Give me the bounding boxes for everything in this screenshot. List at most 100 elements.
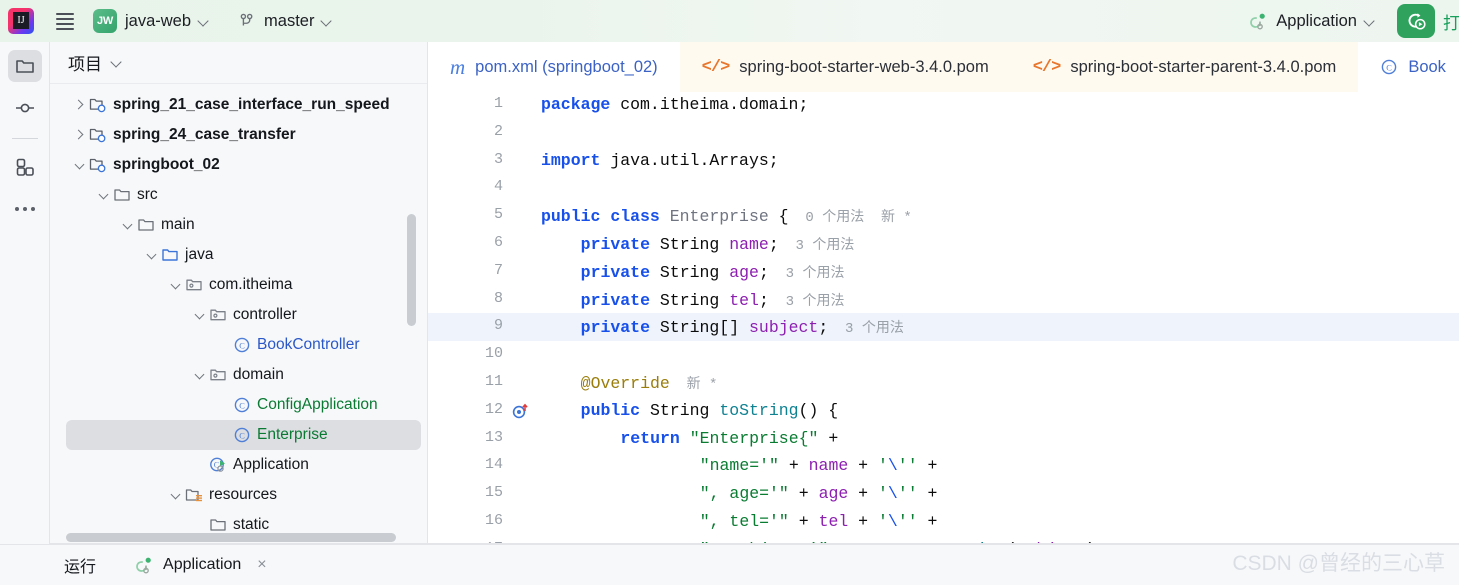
code-line[interactable]: public String toString() {	[581, 401, 838, 420]
code-line[interactable]: return "Enterprise{" +	[620, 429, 838, 448]
sidebar-item-more[interactable]	[8, 193, 42, 225]
chevron-down-icon	[1365, 16, 1376, 27]
chevron-down-icon[interactable]	[112, 57, 123, 68]
code-line[interactable]: import java.util.Arrays;	[541, 151, 779, 170]
run-configuration-selector[interactable]: Application	[1241, 6, 1383, 36]
code-line[interactable]: private String[] subject; 3 个用法	[581, 317, 904, 337]
tree-arrow-placeholder	[192, 517, 208, 533]
svg-text:C: C	[239, 401, 245, 410]
chevron-right-icon[interactable]	[72, 97, 88, 113]
code-token: ;	[758, 290, 769, 310]
project-horizontal-scrollbar[interactable]	[66, 533, 396, 542]
tree-item-label: spring_21_case_interface_run_speed	[113, 96, 390, 113]
inlay-hint: 3 个用法	[828, 321, 904, 338]
chevron-down-icon[interactable]	[96, 187, 112, 203]
tree-item-application[interactable]: C Application	[50, 450, 427, 480]
chevron-down-icon[interactable]	[120, 217, 136, 233]
code-line[interactable]: package com.itheima.domain;	[541, 95, 808, 114]
main-toolbar: IJ JW java-web master Application 打	[0, 0, 1459, 42]
sidebar-item-structure[interactable]	[8, 151, 42, 183]
project-panel-header[interactable]: 项目	[50, 42, 427, 84]
tree-item-spring-21-case-interface-run-speed[interactable]: spring_21_case_interface_run_speed	[50, 90, 427, 120]
resource-root-icon	[185, 489, 202, 502]
editor-tab[interactable]: </> spring-boot-starter-parent-3.4.0.pom	[1010, 42, 1359, 92]
chevron-down-icon[interactable]	[168, 277, 184, 293]
tree-item-spring-24-case-transfer[interactable]: spring_24_case_transfer	[50, 120, 427, 150]
tree-item-enterprise[interactable]: C Enterprise	[66, 420, 421, 450]
tree-item-label: resources	[209, 486, 278, 503]
tree-item-label: BookController	[257, 336, 360, 353]
tree-item-bookcontroller[interactable]: C BookController	[50, 330, 427, 360]
code-token: +	[917, 456, 938, 476]
editor-tab[interactable]: </> spring-boot-starter-web-3.4.0.pom	[679, 42, 1011, 92]
run-with-coverage-button[interactable]	[1397, 4, 1435, 38]
project-selector[interactable]: JW java-web	[86, 6, 217, 36]
code-line[interactable]: private String tel; 3 个用法	[581, 290, 845, 310]
code-line[interactable]: ", tel='" + tel + '\'' +	[700, 512, 938, 531]
editor-tab[interactable]: C Book	[1358, 42, 1459, 92]
chevron-down-icon[interactable]	[168, 487, 184, 503]
code-token: public	[580, 400, 641, 420]
tree-item-domain[interactable]: domain	[50, 360, 427, 390]
code-token: () {	[798, 400, 839, 420]
code-token: +	[778, 456, 809, 476]
code-line[interactable]: private String age; 3 个用法	[581, 262, 845, 282]
xml-file-icon: </>	[701, 57, 731, 77]
code-token: public	[541, 207, 601, 227]
code-line[interactable]: @Override 新 *	[581, 373, 718, 393]
editor-tab-label: Book	[1408, 57, 1446, 76]
editor-tab[interactable]: m pom.xml (springboot_02)	[428, 42, 680, 92]
code-line[interactable]: private String name; 3 个用法	[581, 234, 855, 254]
code-token: \	[887, 456, 898, 476]
tree-item-configapplication[interactable]: C ConfigApplication	[50, 390, 427, 420]
line-number: 10	[484, 345, 503, 363]
tree-item-com-itheima[interactable]: com.itheima	[50, 270, 427, 300]
code-line[interactable]: public class Enterprise { 0 个用法 新 *	[541, 206, 912, 226]
hamburger-menu-icon[interactable]	[48, 4, 82, 38]
code-token: ''	[897, 484, 918, 504]
run-session-tab[interactable]: Application ×	[134, 555, 267, 575]
tree-item-controller[interactable]: controller	[50, 300, 427, 330]
code-token: '	[878, 512, 888, 531]
sidebar-item-commit[interactable]	[8, 92, 42, 124]
code-token: package	[541, 95, 611, 114]
close-icon[interactable]: ×	[257, 556, 266, 574]
chevron-down-icon[interactable]	[192, 307, 208, 323]
tree-item-springboot-02[interactable]: springboot_02	[50, 150, 427, 180]
code-line[interactable]: ", age='" + age + '\'' +	[700, 484, 938, 503]
code-editor[interactable]: 1 package com.itheima.domain; 2 3 import jav…	[428, 92, 1459, 544]
code-token: String	[659, 290, 720, 310]
tree-item-resources[interactable]: resources	[50, 480, 427, 510]
sidebar-item-project[interactable]	[7, 50, 42, 82]
tree-item-label: Application	[233, 456, 309, 473]
code-line[interactable]: "name='" + name + '\'' +	[700, 456, 938, 475]
project-vertical-scrollbar[interactable]	[407, 214, 416, 326]
run-tool-window-label[interactable]: 运行	[64, 553, 96, 577]
overriding-method-icon[interactable]	[511, 402, 529, 420]
project-panel-title: 项目	[68, 55, 102, 74]
module-folder-icon	[89, 158, 106, 173]
code-token: +	[788, 484, 819, 504]
line-number: 6	[493, 234, 503, 251]
source-root-icon	[162, 249, 178, 261]
chevron-down-icon[interactable]	[72, 157, 88, 173]
tree-item-label: ConfigApplication	[257, 396, 378, 413]
chevron-right-icon[interactable]	[72, 127, 88, 143]
code-token: private	[580, 235, 650, 254]
code-token: ", age='"	[699, 484, 789, 504]
java-class-icon: C	[234, 427, 250, 443]
more-dots-icon	[14, 207, 35, 211]
chevron-down-icon[interactable]	[144, 247, 160, 263]
tree-item-main[interactable]: main	[50, 210, 427, 240]
line-number: 12	[484, 400, 503, 418]
tree-item-java[interactable]: java	[50, 240, 427, 270]
branch-selector[interactable]: master	[231, 6, 340, 36]
code-token: +	[818, 428, 839, 448]
chevron-down-icon[interactable]	[192, 367, 208, 383]
tree-item-src[interactable]: src	[50, 180, 427, 210]
tree-item-icon	[88, 126, 108, 144]
module-folder-icon	[89, 98, 106, 113]
